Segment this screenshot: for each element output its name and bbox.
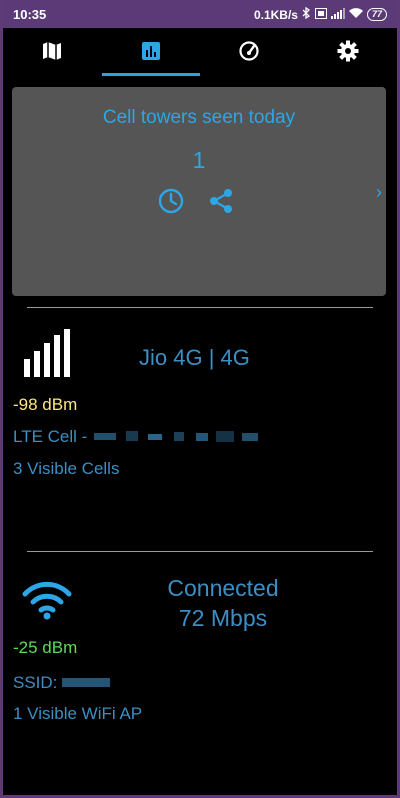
wifi-status-icon xyxy=(348,7,363,22)
status-bar: 10:35 0.1KB/s 77 xyxy=(3,0,397,28)
redacted-ssid xyxy=(62,674,112,694)
battery-indicator: 77 xyxy=(366,8,387,21)
wifi-link-speed: 72 Mbps xyxy=(178,605,268,631)
tower-count: 1 xyxy=(192,147,206,173)
speedometer-icon xyxy=(238,40,260,67)
divider xyxy=(27,551,373,552)
status-time: 10:35 xyxy=(13,7,47,22)
card-actions xyxy=(157,187,235,220)
map-icon xyxy=(41,41,63,66)
cell-signal-icon xyxy=(330,7,345,22)
active-tab-indicator xyxy=(101,73,200,76)
tab-map[interactable] xyxy=(3,28,102,78)
bluetooth-icon xyxy=(302,6,311,22)
chevron-right-icon[interactable]: › xyxy=(376,182,382,203)
wifi-connection: Connected 72 Mbps xyxy=(123,573,323,633)
wifi-status: Connected xyxy=(167,575,279,601)
status-indicators: 0.1KB/s 77 xyxy=(253,6,387,22)
share-icon[interactable] xyxy=(207,187,235,220)
tab-settings[interactable] xyxy=(299,28,398,78)
card-title: Cell towers seen today xyxy=(102,107,296,128)
visible-wifi-aps: 1 Visible WiFi AP xyxy=(13,704,143,723)
gear-icon xyxy=(337,40,359,67)
ssid-label: SSID: xyxy=(13,673,58,692)
cell-signal-dbm: -98 dBm xyxy=(13,395,78,414)
tab-bar xyxy=(3,28,397,78)
cell-towers-card[interactable]: Cell towers seen today 1 › xyxy=(12,87,386,296)
history-icon[interactable] xyxy=(157,187,185,220)
tab-statistics[interactable] xyxy=(101,28,200,78)
lte-cell-label: LTE Cell - xyxy=(13,427,88,446)
cell-signal-strength-icon xyxy=(24,329,72,382)
lte-cell-row: LTE Cell - xyxy=(13,427,272,448)
app-screen: 10:35 0.1KB/s 77 Cell towers seen today … xyxy=(3,0,397,795)
redacted-cell-id xyxy=(92,428,272,448)
cell-operator: Jio 4G | 4G xyxy=(139,345,250,370)
network-speed: 0.1KB/s xyxy=(253,7,298,22)
volte-icon xyxy=(314,7,327,22)
visible-cells: 3 Visible Cells xyxy=(13,459,120,478)
wifi-signal-dbm: -25 dBm xyxy=(13,638,78,657)
tab-speed[interactable] xyxy=(200,28,299,78)
divider xyxy=(27,307,373,308)
wifi-signal-icon xyxy=(21,580,73,625)
chart-icon xyxy=(141,41,161,66)
ssid-row: SSID: xyxy=(13,673,112,694)
